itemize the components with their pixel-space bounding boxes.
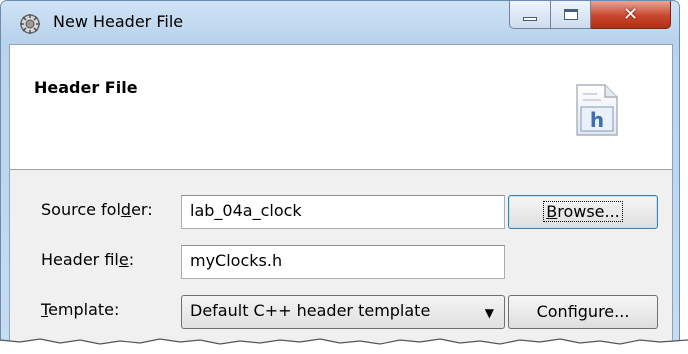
template-dropdown[interactable]: Default C++ header template ▼ [181,295,505,329]
close-icon: ✕ [622,4,639,25]
configure-button[interactable]: Configure... [508,295,658,329]
browse-accel: B [546,202,558,221]
header-file-label-post: : [128,250,135,269]
header-file-label-accel: e [118,250,129,269]
source-folder-input[interactable]: lab_04a_clock [181,195,505,229]
minimize-icon [523,16,537,21]
wizard-banner: Header File h [10,45,672,170]
browse-button[interactable]: Browse... [508,195,658,229]
template-label-post: emplate: [48,300,120,319]
banner-title: Header File [34,78,138,97]
h-file-glyph: h [590,108,604,132]
maximize-button[interactable] [551,1,591,29]
title-bar[interactable]: New Header File ✕ [1,1,679,43]
maximize-icon [563,9,578,20]
form-area: Source folder: lab_04a_clock Browse... H… [10,171,672,354]
browse-button-label: Browse... [543,201,623,222]
close-button[interactable]: ✕ [591,1,671,29]
header-file-label-pre: Header fil [41,250,119,269]
caption-buttons: ✕ [509,1,671,29]
header-file-input[interactable]: myClocks.h [181,245,505,279]
browse-rest: rowse... [557,202,620,221]
dialog-window: New Header File ✕ Header File h Source f… [0,0,680,354]
template-selected-value: Default C++ header template [190,301,431,320]
source-folder-label: Source folder: [41,200,153,219]
header-file-label: Header file: [41,250,134,269]
h-file-icon: h [576,84,618,136]
source-folder-label-accel: d [120,200,132,219]
window-title: New Header File [53,12,184,31]
chevron-down-icon: ▼ [484,306,494,320]
template-label-accel: T [41,300,49,319]
torn-edge [0,338,688,354]
dialog-body: Header File h Source folder: lab_04a_clo… [9,44,673,354]
source-folder-label-pre: Source fol [41,200,121,219]
gear-cube-icon [20,14,40,34]
minimize-button[interactable] [509,1,551,29]
source-folder-label-post: er: [131,200,153,219]
template-label: Template: [41,300,119,319]
